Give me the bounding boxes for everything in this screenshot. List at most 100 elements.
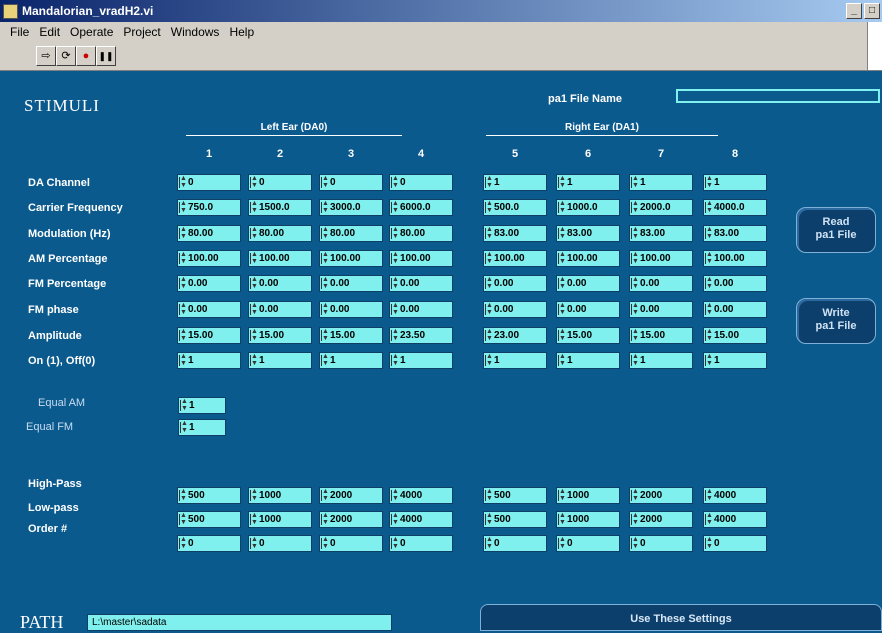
stepper-icon[interactable]: ▲ ▼	[632, 328, 639, 342]
stepper-icon[interactable]: ▲ ▼	[632, 175, 639, 189]
numeric-field[interactable]: ▲ ▼ 0.00	[319, 301, 383, 318]
stepper-icon[interactable]: ▲ ▼	[322, 251, 329, 265]
stepper-icon[interactable]: ▲ ▼	[486, 536, 493, 550]
stepper-icon[interactable]: ▲ ▼	[632, 251, 639, 265]
stepper-icon[interactable]: ▲ ▼	[392, 353, 399, 367]
numeric-field[interactable]: ▲ ▼ 2000.0	[629, 199, 693, 216]
numeric-field[interactable]: ▲ ▼ 0.00	[319, 275, 383, 292]
stepper-icon[interactable]: ▲ ▼	[392, 251, 399, 265]
numeric-field[interactable]: ▲ ▼ 100.00	[629, 250, 693, 267]
numeric-field[interactable]: ▲ ▼ 6000.0	[389, 199, 453, 216]
numeric-field[interactable]: ▲ ▼ 80.00	[389, 225, 453, 242]
stepper-icon[interactable]: ▲ ▼	[486, 226, 493, 240]
stepper-icon[interactable]: ▲ ▼	[251, 328, 258, 342]
filter-field[interactable]: ▲ ▼ 4000	[703, 487, 767, 504]
numeric-field[interactable]: ▲ ▼ 15.00	[177, 327, 241, 344]
numeric-field[interactable]: ▲ ▼ 1	[389, 352, 453, 369]
stepper-icon[interactable]: ▲ ▼	[486, 276, 493, 290]
numeric-field[interactable]: ▲ ▼ 500.0	[483, 199, 547, 216]
numeric-field[interactable]: ▲ ▼ 15.00	[556, 327, 620, 344]
stepper-icon[interactable]: ▲ ▼	[559, 276, 566, 290]
numeric-field[interactable]: ▲ ▼ 0.00	[629, 275, 693, 292]
numeric-field[interactable]: ▲ ▼ 100.00	[248, 250, 312, 267]
stepper-icon[interactable]: ▲ ▼	[486, 328, 493, 342]
filter-field[interactable]: ▲ ▼ 0	[177, 535, 241, 552]
stepper-icon[interactable]: ▲ ▼	[559, 328, 566, 342]
filter-field[interactable]: ▲ ▼ 2000	[629, 511, 693, 528]
stepper-icon[interactable]: ▲ ▼	[180, 302, 187, 316]
abort-icon[interactable]: ●	[76, 46, 96, 66]
filter-field[interactable]: ▲ ▼ 2000	[319, 487, 383, 504]
stepper-icon[interactable]: ▲ ▼	[392, 512, 399, 526]
numeric-field[interactable]: ▲ ▼ 750.0	[177, 199, 241, 216]
stepper-icon[interactable]: ▲ ▼	[322, 536, 329, 550]
stepper-icon[interactable]: ▲ ▼	[180, 251, 187, 265]
numeric-field[interactable]: ▲ ▼ 1	[703, 174, 767, 191]
numeric-field[interactable]: ▲ ▼ 0	[389, 174, 453, 191]
numeric-field[interactable]: ▲ ▼ 4000.0	[703, 199, 767, 216]
stepper-icon[interactable]: ▲ ▼	[706, 200, 713, 214]
numeric-field[interactable]: ▲ ▼ 1	[556, 174, 620, 191]
filter-field[interactable]: ▲ ▼ 0	[389, 535, 453, 552]
numeric-field[interactable]: ▲ ▼ 1	[177, 352, 241, 369]
filter-field[interactable]: ▲ ▼ 1000	[248, 511, 312, 528]
numeric-field[interactable]: ▲ ▼ 100.00	[556, 250, 620, 267]
filter-field[interactable]: ▲ ▼ 500	[483, 511, 547, 528]
numeric-field[interactable]: ▲ ▼ 0	[248, 174, 312, 191]
stepper-icon[interactable]: ▲ ▼	[706, 251, 713, 265]
numeric-field[interactable]: ▲ ▼ 1	[483, 352, 547, 369]
stepper-icon[interactable]: ▲ ▼	[559, 353, 566, 367]
stepper-icon[interactable]: ▲ ▼	[706, 328, 713, 342]
stepper-icon[interactable]: ▲ ▼	[559, 251, 566, 265]
stepper-icon[interactable]: ▲ ▼	[322, 488, 329, 502]
stepper-icon[interactable]: ▲ ▼	[322, 512, 329, 526]
filter-field[interactable]: ▲ ▼ 0	[556, 535, 620, 552]
numeric-field[interactable]: ▲ ▼ 0.00	[248, 275, 312, 292]
filter-field[interactable]: ▲ ▼ 1000	[248, 487, 312, 504]
numeric-field[interactable]: ▲ ▼ 23.00	[483, 327, 547, 344]
filter-field[interactable]: ▲ ▼ 0	[483, 535, 547, 552]
numeric-field[interactable]: ▲ ▼ 80.00	[248, 225, 312, 242]
numeric-field[interactable]: ▲ ▼ 83.00	[556, 225, 620, 242]
stepper-icon[interactable]: ▲ ▼	[251, 226, 258, 240]
numeric-field[interactable]: ▲ ▼ 1	[483, 174, 547, 191]
stepper-icon[interactable]: ▲ ▼	[486, 251, 493, 265]
numeric-field[interactable]: ▲ ▼ 15.00	[248, 327, 312, 344]
menu-edit[interactable]: Edit	[39, 25, 60, 39]
numeric-field[interactable]: ▲ ▼ 100.00	[177, 250, 241, 267]
menu-operate[interactable]: Operate	[70, 25, 113, 39]
stepper-icon[interactable]: ▲ ▼	[322, 175, 329, 189]
numeric-field[interactable]: ▲ ▼ 0.00	[389, 301, 453, 318]
filter-field[interactable]: ▲ ▼ 500	[483, 487, 547, 504]
stepper-icon[interactable]: ▲ ▼	[559, 175, 566, 189]
stepper-icon[interactable]: ▲ ▼	[251, 276, 258, 290]
stepper-icon[interactable]: ▲ ▼	[251, 353, 258, 367]
stepper-icon[interactable]: ▲ ▼	[392, 175, 399, 189]
numeric-field[interactable]: ▲ ▼ 0.00	[483, 301, 547, 318]
numeric-field[interactable]: ▲ ▼ 1500.0	[248, 199, 312, 216]
run-icon[interactable]: ⇨	[36, 46, 56, 66]
filter-field[interactable]: ▲ ▼ 1000	[556, 511, 620, 528]
numeric-field[interactable]: ▲ ▼ 83.00	[483, 225, 547, 242]
use-these-settings-button[interactable]: Use These Settings	[480, 604, 882, 631]
stepper-icon[interactable]: ▲ ▼	[180, 276, 187, 290]
menu-windows[interactable]: Windows	[171, 25, 220, 39]
stepper-icon[interactable]: ▲ ▼	[251, 302, 258, 316]
stepper-icon[interactable]: ▲ ▼	[392, 302, 399, 316]
stepper-icon[interactable]: ▲ ▼	[486, 302, 493, 316]
equal-am-field[interactable]: ▲ ▼ 1	[178, 397, 226, 414]
stepper-icon[interactable]: ▲ ▼	[251, 488, 258, 502]
filter-field[interactable]: ▲ ▼ 4000	[703, 511, 767, 528]
stepper-icon[interactable]: ▲ ▼	[559, 536, 566, 550]
stepper-icon[interactable]: ▲ ▼	[559, 488, 566, 502]
stepper-icon[interactable]: ▲ ▼	[486, 488, 493, 502]
stepper-icon[interactable]: ▲ ▼	[180, 353, 187, 367]
numeric-field[interactable]: ▲ ▼ 80.00	[319, 225, 383, 242]
stepper-icon[interactable]: ▲ ▼	[392, 276, 399, 290]
stepper-icon[interactable]: ▲ ▼	[180, 488, 187, 502]
path-input[interactable]: L:\master\sadata	[87, 614, 392, 631]
filter-field[interactable]: ▲ ▼ 1000	[556, 487, 620, 504]
stepper-icon[interactable]: ▲ ▼	[322, 353, 329, 367]
stepper-icon[interactable]: ▲ ▼	[322, 276, 329, 290]
numeric-field[interactable]: ▲ ▼ 100.00	[483, 250, 547, 267]
